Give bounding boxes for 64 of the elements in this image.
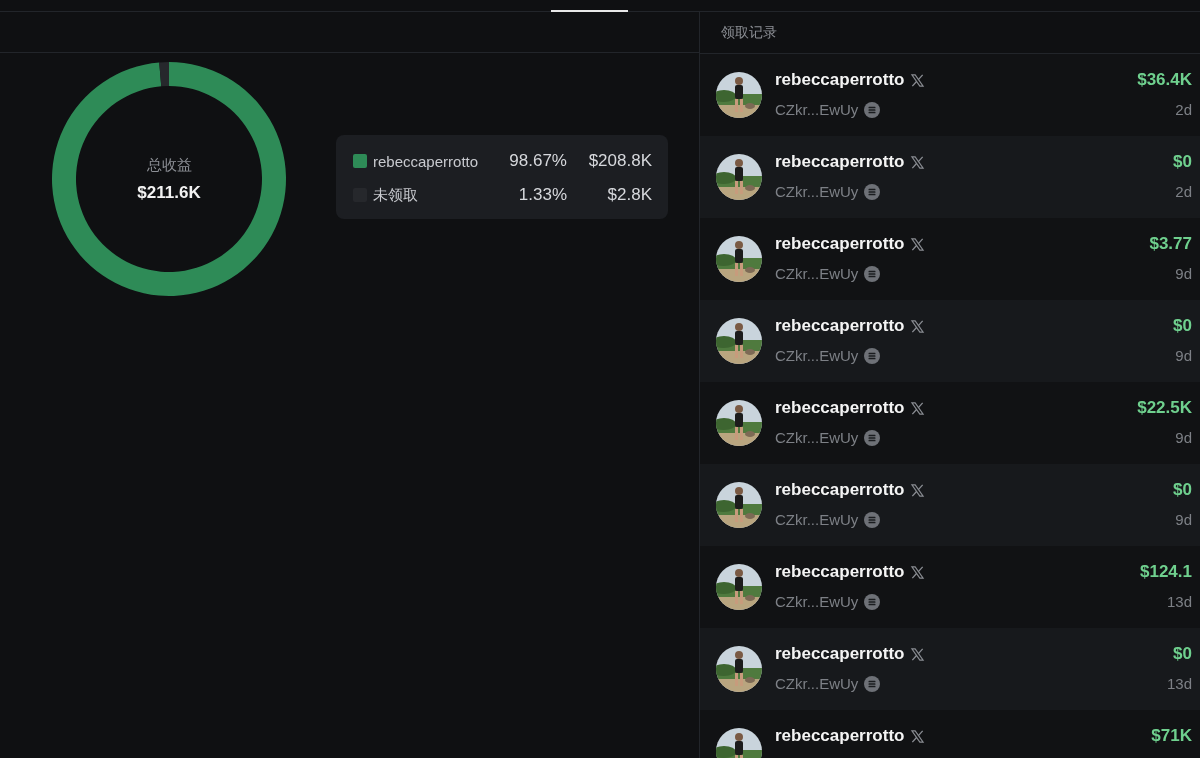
token-icon [864,101,881,118]
x-logo-icon[interactable] [910,72,926,88]
claim-amount: $0 [1173,480,1192,500]
claim-amount: $3.77 [1149,234,1192,254]
legend-name: rebeccaperrotto [373,152,480,170]
claim-amount: $22.5K [1137,398,1192,418]
legend-percent: 98.67% [508,151,567,171]
wallet-address: CZkr...EwUy [775,429,859,446]
legend-amount: $2.8K [606,185,652,205]
x-logo-icon[interactable] [910,236,926,252]
wallet-address: CZkr...EwUy [775,593,859,610]
claim-row[interactable]: rebeccaperrotto CZkr...EwUy $0 2d [700,136,1200,218]
x-logo-icon[interactable] [910,646,926,662]
user-name: rebeccaperrotto [775,152,905,172]
claim-amount: $36.4K [1137,70,1192,90]
token-icon [864,511,881,528]
total-value: $211.6K [137,182,201,203]
x-logo-icon[interactable] [910,482,926,498]
token-icon [864,183,881,200]
total-label: 总收益 [146,155,192,175]
claim-time: 9d [1175,265,1192,282]
legend-name: 未领取 [373,185,419,205]
wallet-address: CZkr...EwUy [775,675,859,692]
claim-amount: $0 [1173,644,1192,664]
claim-amount: $0 [1173,316,1192,336]
user-name: rebeccaperrotto [775,480,905,500]
x-logo-icon[interactable] [910,564,926,580]
claim-row[interactable]: rebeccaperrotto CZkr...EwUy $0 9d [700,300,1200,382]
legend-amount: $208.8K [587,151,652,171]
x-logo-icon[interactable] [910,728,926,744]
user-name: rebeccaperrotto [775,644,905,664]
claim-row[interactable]: rebeccaperrotto CZkr...EwUy $0 13d [700,628,1200,710]
claim-time: 13d [1166,675,1192,692]
claim-amount: $124.1 [1140,562,1192,582]
wallet-address: CZkr...EwUy [775,511,859,528]
wallet-address: CZkr...EwUy [775,265,859,282]
claim-time: 13d [1166,593,1192,610]
x-logo-icon[interactable] [910,400,926,416]
claim-time: 2d [1175,101,1192,118]
user-name: rebeccaperrotto [775,70,905,90]
x-logo-icon[interactable] [910,318,926,334]
user-name: rebeccaperrotto [775,316,905,336]
section-title: 领取记录 [721,23,777,42]
user-name: rebeccaperrotto [775,398,905,418]
user-name: rebeccaperrotto [775,234,905,254]
claim-time: 9d [1175,511,1192,528]
claim-amount: $0 [1173,152,1192,172]
x-logo-icon[interactable] [910,154,926,170]
token-icon [864,429,881,446]
token-icon [864,675,881,692]
token-icon [864,593,881,610]
claim-time: 2d [1175,183,1192,200]
token-icon [864,265,881,282]
claim-time: 9d [1175,347,1192,364]
wallet-address: CZkr...EwUy [775,101,859,118]
legend-percent: 1.33% [517,185,567,205]
wallet-address: CZkr...EwUy [775,183,859,200]
token-icon [864,347,881,364]
claim-time: 9d [1175,429,1192,446]
user-name: rebeccaperrotto [775,562,905,582]
claim-row[interactable]: rebeccaperrotto CZkr...EwUy $0 9d [700,464,1200,546]
user-name: rebeccaperrotto [775,726,905,746]
claim-amount: $71K [1151,726,1192,746]
wallet-address: CZkr...EwUy [775,347,859,364]
